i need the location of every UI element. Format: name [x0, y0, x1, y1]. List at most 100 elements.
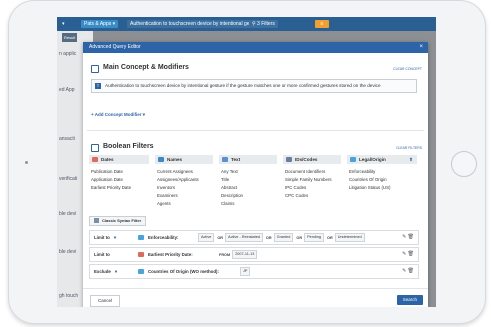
edit-delete-icons[interactable]: ✎ 🗑 — [402, 265, 414, 278]
clear-filters-link[interactable]: CLEAR FILTERS — [396, 146, 422, 150]
filter-agents[interactable]: Agents — [157, 201, 171, 206]
filter-current-assignees[interactable]: Current Assignees — [157, 169, 193, 174]
or-operator: OR — [296, 236, 303, 240]
value-chip[interactable]: JP — [240, 267, 251, 277]
pats-apps-dropdown[interactable]: Pats & Apps ▾ — [81, 20, 119, 28]
close-icon[interactable]: × — [419, 42, 423, 53]
filter-abstract[interactable]: Abstract — [221, 185, 237, 190]
column-label: Text — [231, 157, 241, 162]
filter-earliest-priority-date[interactable]: Earliest Priority Date — [91, 185, 131, 190]
modal-header: Advanced Query Editor × — [83, 42, 428, 53]
filter-publication-date[interactable]: Publication Date — [91, 169, 123, 174]
add-concept-modifier-button[interactable]: + Add Concept Modifier ▾ — [91, 112, 145, 118]
filter-simple-family-numbers[interactable]: Simple Family Numbers — [285, 177, 332, 182]
filter-mode-select[interactable]: Limit to — [94, 248, 110, 261]
bg-label: verificati — [59, 176, 78, 182]
modal-title: Advanced Query Editor — [89, 44, 141, 50]
home-button[interactable] — [451, 151, 477, 177]
or-operator: OR — [265, 236, 272, 240]
bg-label: ansacti — [59, 136, 75, 142]
chevron-down-icon: ▾ — [114, 269, 118, 274]
boolean-filters-title: Boolean Filters — [103, 143, 154, 150]
edit-delete-icons[interactable]: ✎ 🗑 — [402, 231, 414, 244]
filter-description[interactable]: Description — [221, 193, 243, 198]
column-text[interactable]: Text — [219, 155, 277, 164]
bg-label: n applic — [59, 51, 77, 57]
pin-icon[interactable]: ⬆ — [409, 155, 413, 164]
camera-dot — [25, 161, 28, 164]
or-operator: OR — [327, 236, 333, 240]
filter-any-text[interactable]: Any Text — [221, 169, 238, 174]
filter-examiners[interactable]: Examiners — [157, 193, 178, 198]
column-ids-codes[interactable]: IDs/Codes — [283, 155, 341, 164]
filter-assignees-applicants[interactable]: Assignees/Applicants — [157, 177, 199, 182]
filter-title[interactable]: Title — [221, 177, 229, 182]
date-chip[interactable]: 2007-11-13 — [232, 250, 258, 260]
filter-document-identifiers[interactable]: Document Identifiers — [285, 169, 325, 174]
filter-enforceability[interactable]: Enforceability — [349, 169, 375, 174]
classic-label: Classic Syntax Filter — [102, 218, 142, 223]
chevron-down-icon: ▾ — [113, 235, 117, 240]
filter-icon — [91, 144, 99, 152]
search-button[interactable]: Search — [396, 295, 423, 305]
filter-row-earliest-priority-date: Limit to Earliest Priority Date: FROM 200… — [89, 247, 419, 262]
advanced-query-editor: Advanced Query Editor × Main Concept & M… — [83, 42, 428, 307]
filter-mode-select[interactable]: Exclude ▾ — [94, 265, 117, 278]
query-chip[interactable]: Authentication to touchscreen device by … — [127, 20, 251, 28]
bg-label: ble devi — [59, 211, 77, 217]
filters-chip[interactable]: ⚲ 3 Filters — [249, 20, 278, 28]
filter-values: Active OR Active - Reinstated OR Granted OR Pe… — [198, 231, 366, 245]
from-label: FROM — [219, 253, 231, 257]
filter-row-countries-of-origin: Exclude ▾ Countries Of Origin (WO method)… — [89, 264, 419, 279]
concept-text: Authentication to touchscreen device by … — [105, 83, 381, 88]
results-tab[interactable]: Result — [62, 33, 78, 42]
calendar-icon — [138, 252, 144, 257]
column-label: Legal/Origin — [359, 157, 386, 162]
calendar-icon — [92, 157, 98, 163]
filter-litigation-status[interactable]: Litigation Status (US) — [349, 185, 391, 190]
filter-name: Enforceability: — [148, 235, 179, 240]
menu-icon[interactable]: ≡ — [315, 20, 329, 28]
main-concept-title: Main Concept & Modifiers — [103, 64, 189, 71]
mode-label: Limit to — [94, 252, 110, 257]
chevron-down-icon[interactable]: ▾ — [59, 20, 68, 28]
app-screen: ▾ Pats & Apps ▾ Authentication to touchs… — [57, 17, 436, 307]
filter-cpc-codes[interactable]: CPC Codes — [285, 193, 308, 198]
edit-delete-icons[interactable]: ✎ 🗑 — [402, 248, 414, 261]
column-label: Names — [167, 157, 183, 162]
value-chip[interactable]: Pending — [304, 233, 324, 243]
filter-countries-of-origin[interactable]: Countries Of Origin — [349, 177, 387, 182]
text-icon — [222, 157, 228, 163]
column-label: IDs/Codes — [295, 157, 318, 162]
filter-application-date[interactable]: Application Date — [91, 177, 123, 182]
modal-footer: Cancel Search — [83, 288, 428, 307]
filter-mode-select[interactable]: Limit to ▾ — [94, 231, 116, 244]
code-icon — [94, 218, 99, 224]
clear-concept-link[interactable]: CLEAR CONCEPT — [393, 67, 422, 71]
filter-inventors[interactable]: Inventors — [157, 185, 175, 190]
concept-text-field[interactable]: T Authentication to touchscreen device by… — [91, 79, 417, 93]
value-chip[interactable]: Undetermined — [334, 233, 365, 243]
id-icon — [286, 157, 292, 163]
column-names[interactable]: Names — [155, 155, 213, 164]
column-dates[interactable]: Dates — [89, 155, 149, 164]
filter-claims[interactable]: Claims — [221, 201, 234, 206]
globe-icon — [138, 269, 144, 274]
cancel-button[interactable]: Cancel — [90, 295, 121, 307]
bg-label: gh touch — [59, 293, 79, 299]
classic-syntax-filter-button[interactable]: Classic Syntax Filter — [89, 216, 147, 226]
column-legal-origin[interactable]: Legal/Origin ⬆ — [347, 155, 417, 164]
text-type-icon: T — [95, 82, 101, 89]
value-chip[interactable]: Active - Reinstated — [225, 233, 263, 243]
or-operator: OR — [217, 236, 224, 240]
bg-label: ble devi — [59, 249, 77, 255]
mode-label: Exclude — [94, 269, 111, 274]
value-chip[interactable]: Granted — [273, 233, 294, 243]
filter-ipc-codes[interactable]: IPC Codes — [285, 185, 306, 190]
person-icon — [158, 157, 164, 163]
filter-values: JP — [240, 265, 251, 278]
value-chip[interactable]: Active — [198, 233, 215, 243]
column-label: Dates — [101, 157, 114, 162]
filter-name: Countries Of Origin (WO method): — [148, 269, 219, 274]
top-bar: ▾ Pats & Apps ▾ Authentication to touchs… — [57, 17, 436, 31]
